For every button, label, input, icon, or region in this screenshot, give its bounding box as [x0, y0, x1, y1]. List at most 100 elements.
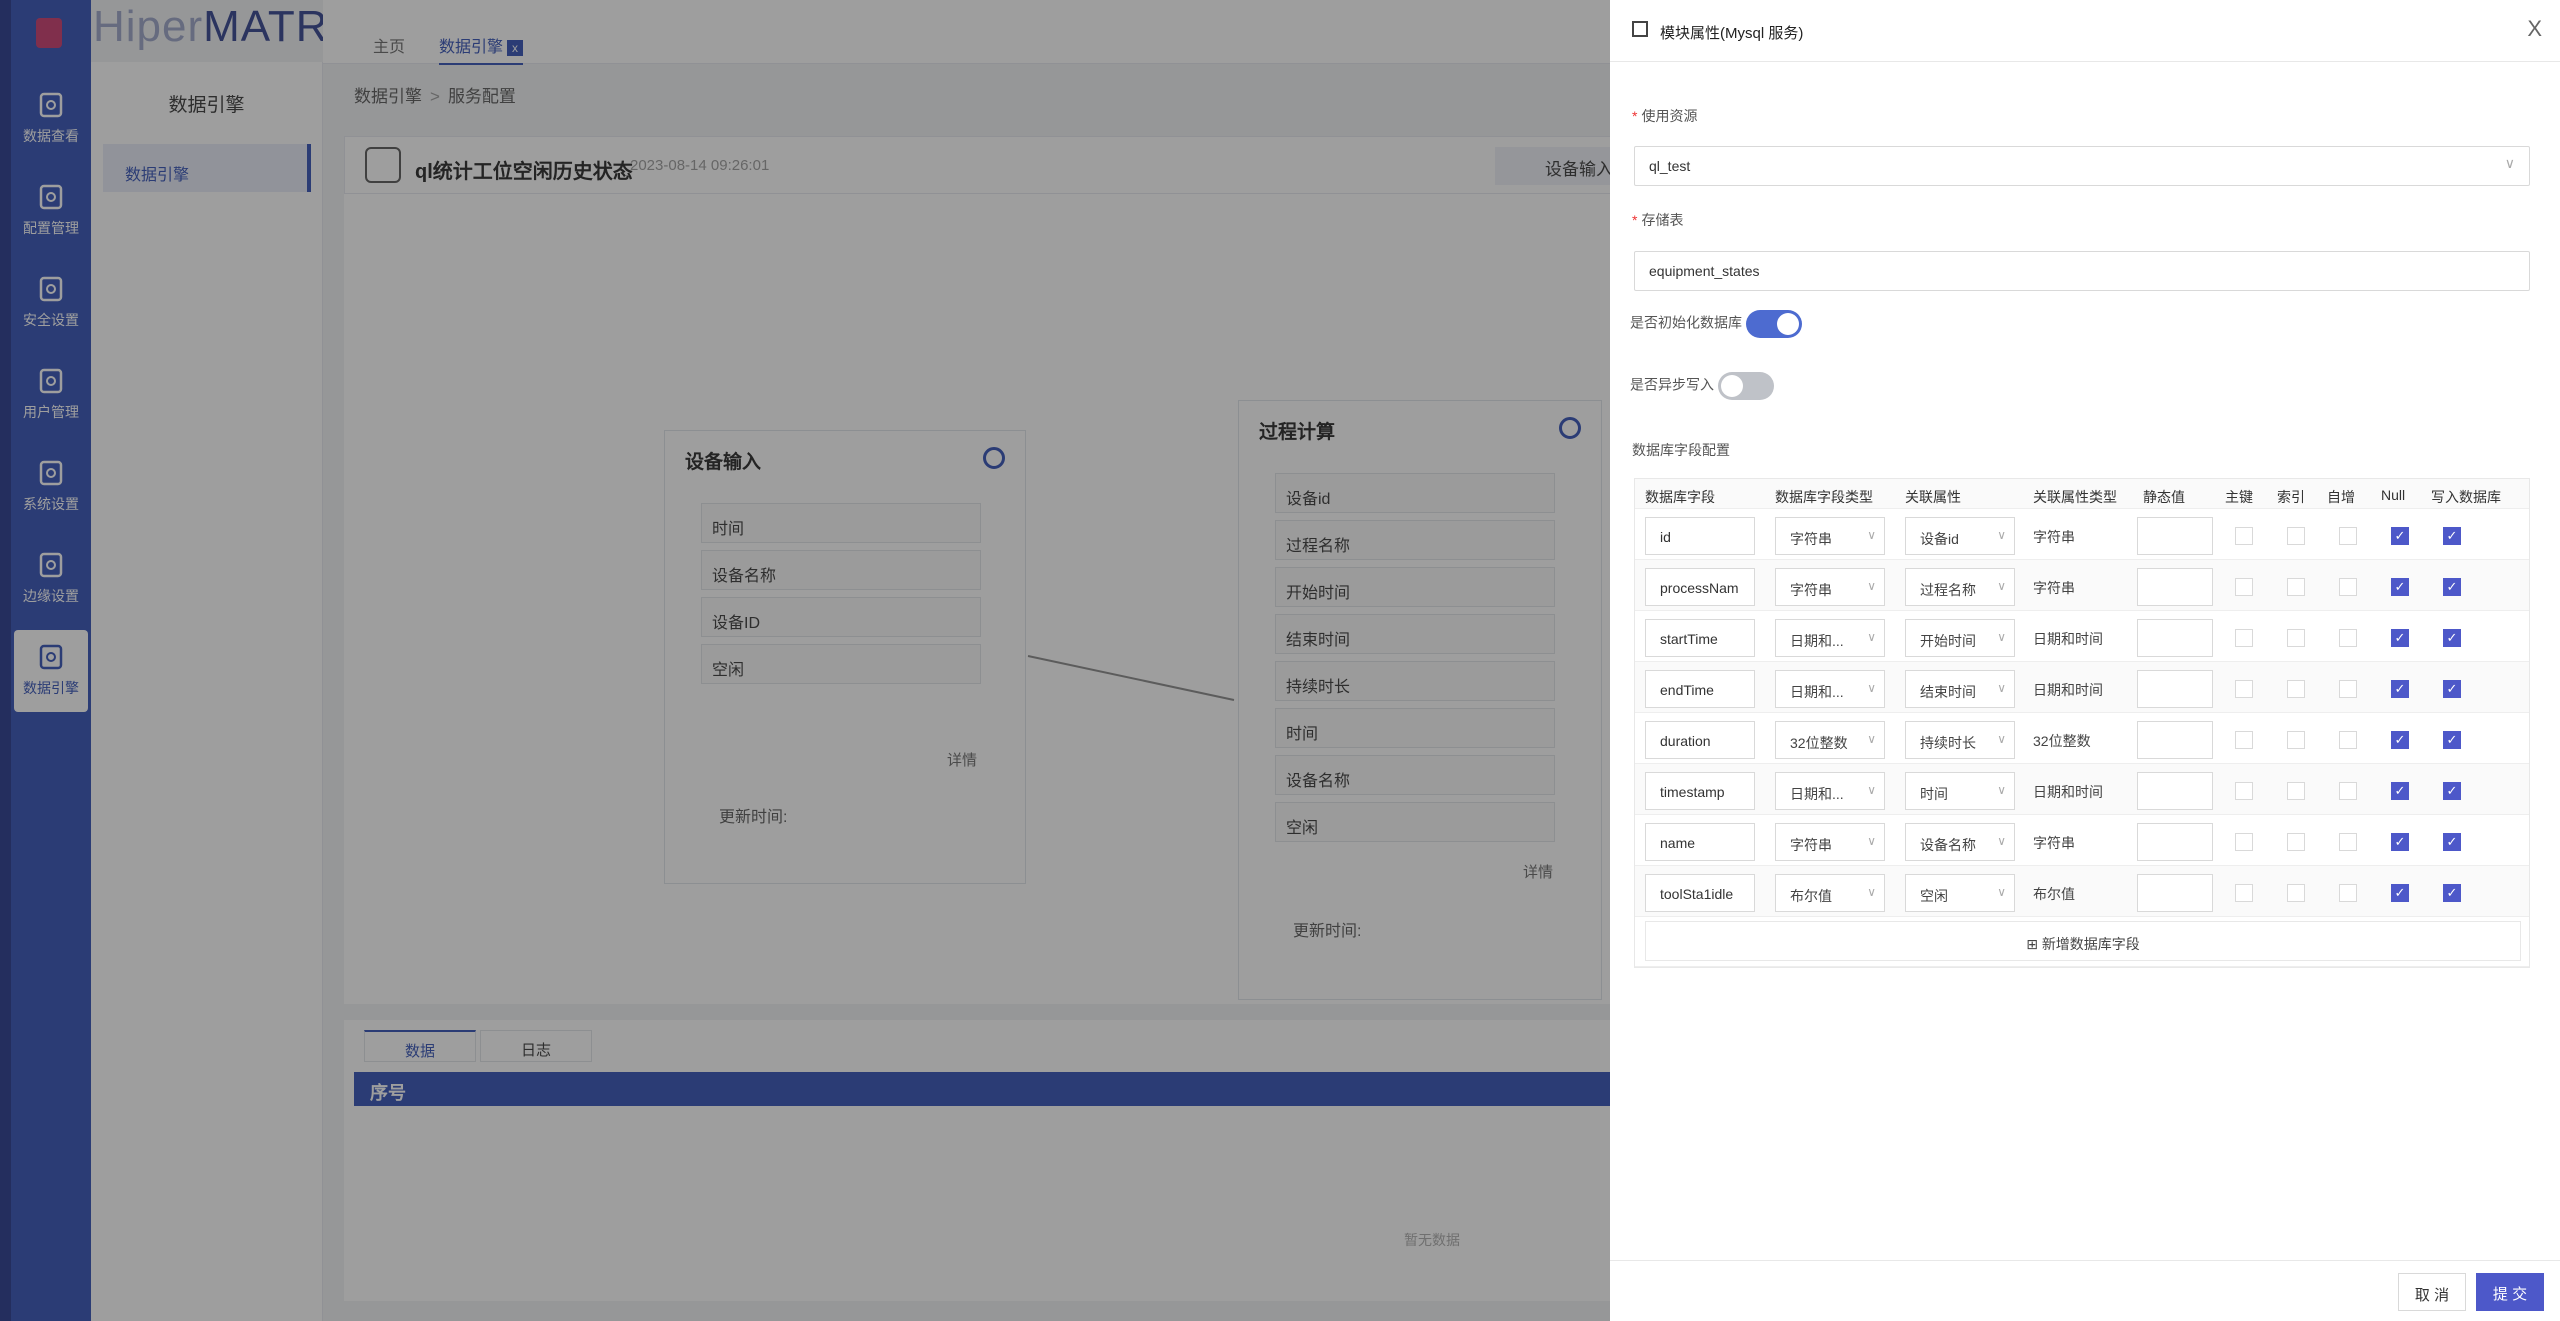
write-db-checkbox[interactable]: ✓ — [2443, 680, 2461, 698]
index-checkbox[interactable] — [2287, 578, 2305, 596]
async-write-row: 是否异步写入 — [1630, 372, 1774, 400]
primary-key-checkbox[interactable] — [2235, 680, 2253, 698]
cancel-button[interactable]: 取 消 — [2398, 1273, 2466, 1311]
attr-select[interactable]: 空闲 ∨ — [1905, 874, 2015, 912]
auto-increment-checkbox[interactable] — [2339, 629, 2357, 647]
attr-select[interactable]: 过程名称 ∨ — [1905, 568, 2015, 606]
attr-select[interactable]: 结束时间 ∨ — [1905, 670, 2015, 708]
field-type-select[interactable]: 日期和... ∨ — [1775, 772, 1885, 810]
select-value: 设备id — [1920, 531, 1959, 547]
attr-select[interactable]: 持续时长 ∨ — [1905, 721, 2015, 759]
auto-increment-checkbox[interactable] — [2339, 884, 2357, 902]
field-name-input[interactable]: duration — [1645, 721, 1755, 759]
chevron-down-icon: ∨ — [1997, 885, 2006, 899]
storage-table-label: * 存储表 — [1632, 210, 1683, 230]
table-row: timestamp 日期和... ∨ 时间 ∨ 日期和时间 ✓ ✓ — [1635, 764, 2529, 815]
submit-button[interactable]: 提 交 — [2476, 1273, 2544, 1311]
close-icon[interactable]: X — [2527, 16, 2542, 42]
static-value-input[interactable] — [2137, 874, 2213, 912]
static-value-input[interactable] — [2137, 670, 2213, 708]
null-checkbox[interactable]: ✓ — [2391, 629, 2409, 647]
static-value-input[interactable] — [2137, 721, 2213, 759]
auto-increment-checkbox[interactable] — [2339, 527, 2357, 545]
init-db-toggle[interactable] — [1746, 310, 1802, 338]
select-value: 布尔值 — [1790, 888, 1832, 904]
index-checkbox[interactable] — [2287, 833, 2305, 851]
field-name-input[interactable]: id — [1645, 517, 1755, 555]
write-db-checkbox[interactable]: ✓ — [2443, 782, 2461, 800]
null-checkbox[interactable]: ✓ — [2391, 578, 2409, 596]
auto-increment-checkbox[interactable] — [2339, 782, 2357, 800]
db-fields-table: 数据库字段 数据库字段类型 关联属性 关联属性类型 静态值 主键 索引 自增 Null 写入数据库… — [1634, 478, 2530, 968]
db-fields-label: 数据库字段配置 — [1632, 442, 1730, 458]
static-value-input[interactable] — [2137, 772, 2213, 810]
init-db-row: 是否初始化数据库 — [1630, 310, 1802, 338]
field-type-select[interactable]: 字符串 ∨ — [1775, 823, 1885, 861]
field-name-input[interactable]: processNam — [1645, 568, 1755, 606]
index-checkbox[interactable] — [2287, 884, 2305, 902]
index-checkbox[interactable] — [2287, 731, 2305, 749]
required-mark: * — [1632, 108, 1638, 124]
null-checkbox[interactable]: ✓ — [2391, 833, 2409, 851]
index-checkbox[interactable] — [2287, 629, 2305, 647]
attr-select[interactable]: 时间 ∨ — [1905, 772, 2015, 810]
null-checkbox[interactable]: ✓ — [2391, 731, 2409, 749]
async-write-toggle[interactable] — [1718, 372, 1774, 400]
static-value-input[interactable] — [2137, 568, 2213, 606]
write-db-checkbox[interactable]: ✓ — [2443, 629, 2461, 647]
field-type-select[interactable]: 32位整数 ∨ — [1775, 721, 1885, 759]
storage-table-input[interactable]: equipment_states — [1634, 251, 2530, 291]
field-type-select[interactable]: 布尔值 ∨ — [1775, 874, 1885, 912]
column-header: 自增 — [2327, 489, 2355, 505]
add-field-button[interactable]: ⊞ 新增数据库字段 — [1645, 921, 2521, 961]
field-type-select[interactable]: 字符串 ∨ — [1775, 568, 1885, 606]
write-db-checkbox[interactable]: ✓ — [2443, 578, 2461, 596]
toggle-knob — [1777, 313, 1799, 335]
drawer-title: 模块属性(Mysql 服务) — [1660, 25, 1804, 42]
chevron-down-icon: ∨ — [1867, 528, 1876, 542]
attr-select[interactable]: 开始时间 ∨ — [1905, 619, 2015, 657]
chevron-down-icon: ∨ — [1867, 834, 1876, 848]
primary-key-checkbox[interactable] — [2235, 578, 2253, 596]
write-db-checkbox[interactable]: ✓ — [2443, 731, 2461, 749]
field-name-input[interactable]: name — [1645, 823, 1755, 861]
field-name-input[interactable]: toolSta1idle — [1645, 874, 1755, 912]
attr-select[interactable]: 设备名称 ∨ — [1905, 823, 2015, 861]
label-text: 存储表 — [1641, 212, 1684, 228]
static-value-input[interactable] — [2137, 823, 2213, 861]
static-value-input[interactable] — [2137, 619, 2213, 657]
resource-select[interactable]: ql_test ∨ — [1634, 146, 2530, 186]
auto-increment-checkbox[interactable] — [2339, 578, 2357, 596]
null-checkbox[interactable]: ✓ — [2391, 527, 2409, 545]
null-checkbox[interactable]: ✓ — [2391, 782, 2409, 800]
field-type-select[interactable]: 日期和... ∨ — [1775, 670, 1885, 708]
primary-key-checkbox[interactable] — [2235, 833, 2253, 851]
auto-increment-checkbox[interactable] — [2339, 731, 2357, 749]
primary-key-checkbox[interactable] — [2235, 527, 2253, 545]
index-checkbox[interactable] — [2287, 782, 2305, 800]
modal-mask[interactable] — [0, 0, 1610, 1321]
auto-increment-checkbox[interactable] — [2339, 833, 2357, 851]
primary-key-checkbox[interactable] — [2235, 629, 2253, 647]
null-checkbox[interactable]: ✓ — [2391, 680, 2409, 698]
write-db-checkbox[interactable]: ✓ — [2443, 884, 2461, 902]
primary-key-checkbox[interactable] — [2235, 782, 2253, 800]
primary-key-checkbox[interactable] — [2235, 884, 2253, 902]
write-db-checkbox[interactable]: ✓ — [2443, 833, 2461, 851]
chevron-down-icon: ∨ — [1997, 630, 2006, 644]
index-checkbox[interactable] — [2287, 680, 2305, 698]
auto-increment-checkbox[interactable] — [2339, 680, 2357, 698]
static-value-input[interactable] — [2137, 517, 2213, 555]
write-db-checkbox[interactable]: ✓ — [2443, 527, 2461, 545]
field-name-input[interactable]: timestamp — [1645, 772, 1755, 810]
null-checkbox[interactable]: ✓ — [2391, 884, 2409, 902]
primary-key-checkbox[interactable] — [2235, 731, 2253, 749]
field-name-input[interactable]: endTime — [1645, 670, 1755, 708]
select-value: 持续时长 — [1920, 735, 1976, 751]
field-name-input[interactable]: startTime — [1645, 619, 1755, 657]
field-type-select[interactable]: 日期和... ∨ — [1775, 619, 1885, 657]
field-type-select[interactable]: 字符串 ∨ — [1775, 517, 1885, 555]
attr-select[interactable]: 设备id ∨ — [1905, 517, 2015, 555]
index-checkbox[interactable] — [2287, 527, 2305, 545]
attr-type-text: 日期和时间 — [2033, 682, 2103, 698]
